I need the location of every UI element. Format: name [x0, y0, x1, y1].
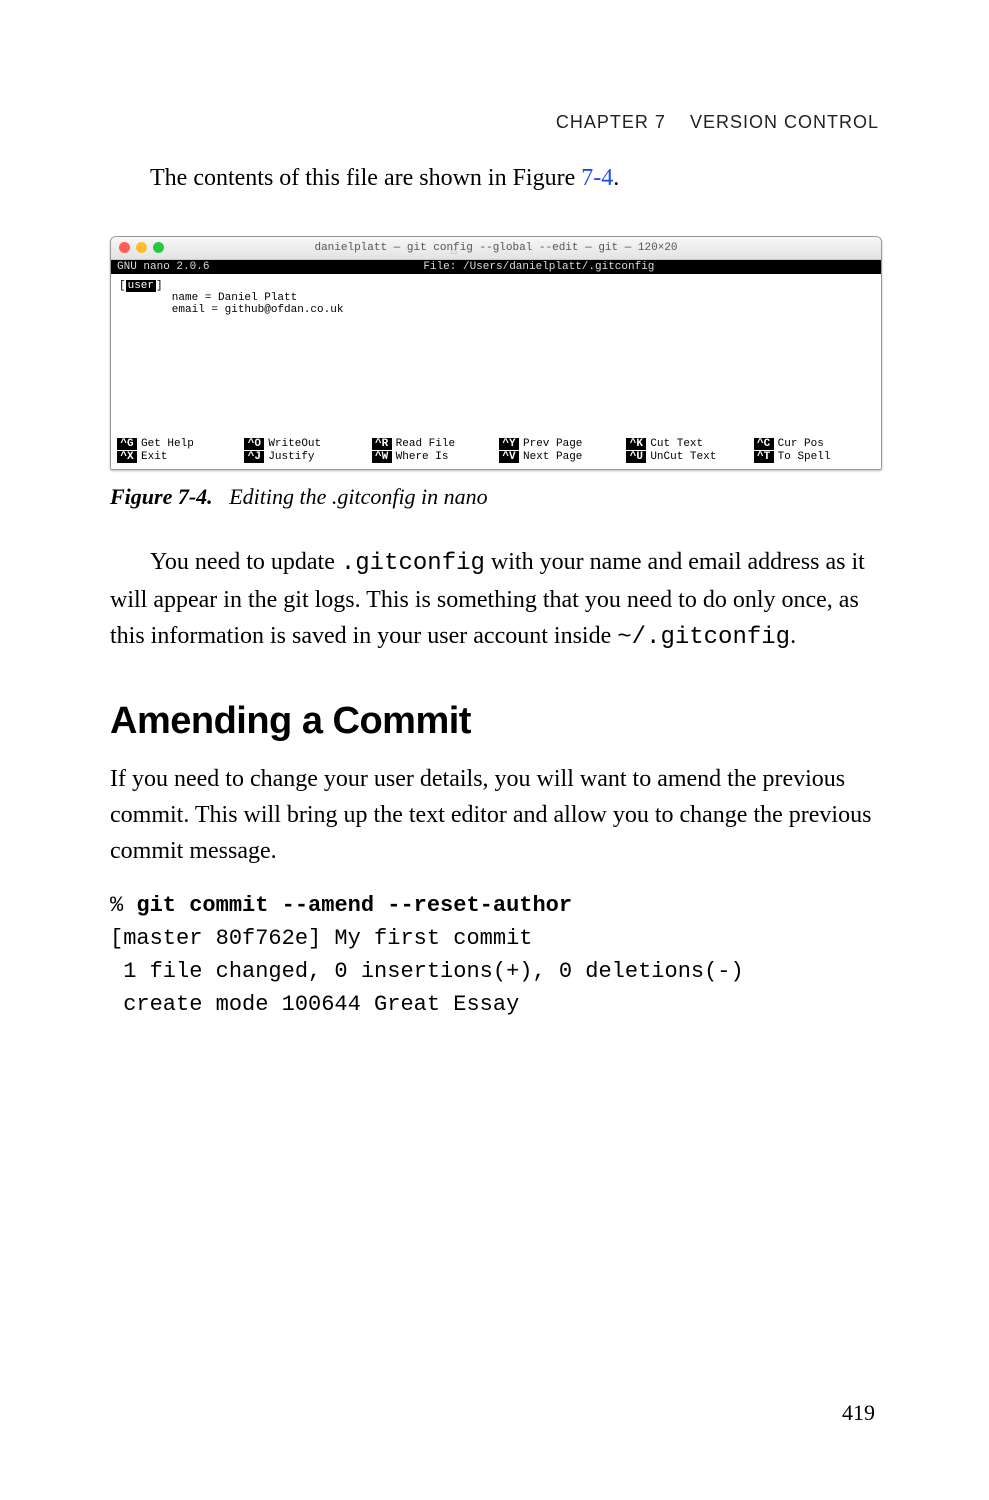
- code-block: % git commit --amend --reset-author [mas…: [110, 889, 879, 1021]
- shortcut-key: ^X: [117, 451, 137, 463]
- nano-line: email = github@ofdan.co.uk: [119, 304, 873, 316]
- minimize-icon[interactable]: [136, 242, 147, 253]
- figure-caption-text: Editing the .gitconfig in nano: [229, 484, 487, 509]
- figure-ref-link[interactable]: 7-4: [581, 165, 613, 191]
- nano-line: name = Daniel Platt: [119, 292, 873, 304]
- shortcut-key: ^W: [372, 451, 392, 463]
- nano-shortcut: ^O WriteOut: [244, 438, 365, 450]
- shortcut-key: ^C: [754, 438, 774, 450]
- shortcut-label: Exit: [141, 451, 167, 463]
- shell-output: create mode 100644 Great Essay: [110, 992, 519, 1017]
- shortcut-key: ^G: [117, 438, 137, 450]
- nano-shortcut: ^V Next Page: [499, 451, 620, 463]
- shortcut-label: Cut Text: [650, 438, 703, 450]
- shortcut-key: ^U: [626, 451, 646, 463]
- chapter-title: VERSION CONTROL: [690, 112, 879, 132]
- intro-text-post: .: [613, 165, 619, 191]
- shortcut-label: To Spell: [778, 451, 831, 463]
- terminal-window: ⌂ danielplatt — git config --global --ed…: [110, 236, 882, 470]
- window-controls: [119, 242, 164, 253]
- nano-file-label: File: /Users/danielplatt/.gitconfig: [423, 261, 654, 273]
- nano-shortcut: ^C Cur Pos: [754, 438, 875, 450]
- nano-shortcut: ^X Exit: [117, 451, 238, 463]
- nano-line: [user]: [119, 280, 873, 292]
- inline-code: ~/.gitconfig: [617, 624, 790, 651]
- shortcut-key: ^T: [754, 451, 774, 463]
- shell-prompt: %: [110, 893, 136, 918]
- shell-output: 1 file changed, 0 insertions(+), 0 delet…: [110, 959, 744, 984]
- nano-editor-body[interactable]: [user] name = Daniel Platt email = githu…: [111, 274, 881, 436]
- shortcut-label: Cur Pos: [778, 438, 824, 450]
- zoom-icon[interactable]: [153, 242, 164, 253]
- nano-shortcut: ^W Where Is: [372, 451, 493, 463]
- figure-number: Figure 7-4.: [110, 484, 213, 509]
- shortcut-key: ^R: [372, 438, 392, 450]
- page: CHAPTER 7 VERSION CONTROL The contents o…: [0, 0, 989, 1500]
- shell-command: git commit --amend --reset-author: [136, 893, 572, 918]
- shortcut-label: UnCut Text: [650, 451, 716, 463]
- running-header: CHAPTER 7 VERSION CONTROL: [556, 112, 879, 133]
- nano-version: GNU nano 2.0.6: [117, 261, 209, 273]
- shortcut-key: ^O: [244, 438, 264, 450]
- nano-shortcut: ^J Justify: [244, 451, 365, 463]
- nano-shortcut: ^U UnCut Text: [626, 451, 747, 463]
- nano-shortcut: ^G Get Help: [117, 438, 238, 450]
- close-icon[interactable]: [119, 242, 130, 253]
- paragraph: If you need to change your user details,…: [110, 761, 879, 869]
- nano-shortcuts: ^G Get Help ^O WriteOut ^R Read File ^Y Prev…: [111, 436, 881, 469]
- shortcut-label: Justify: [268, 451, 314, 463]
- terminal-titlebar: ⌂ danielplatt — git config --global --ed…: [111, 237, 881, 260]
- figure-caption: Figure 7-4. Editing the .gitconfig in na…: [110, 484, 879, 510]
- nano-shortcut: ^T To Spell: [754, 451, 875, 463]
- shortcut-key: ^K: [626, 438, 646, 450]
- shortcut-label: Where Is: [396, 451, 449, 463]
- nano-shortcut: ^K Cut Text: [626, 438, 747, 450]
- page-number: 419: [842, 1400, 875, 1426]
- shortcut-key: ^V: [499, 451, 519, 463]
- paragraph: You need to update .gitconfig with your …: [110, 544, 879, 656]
- intro-paragraph: The contents of this file are shown in F…: [110, 160, 879, 196]
- shell-output: [master 80f762e] My first commit: [110, 926, 532, 951]
- shortcut-label: Next Page: [523, 451, 582, 463]
- nano-shortcut: ^Y Prev Page: [499, 438, 620, 450]
- shortcut-label: Prev Page: [523, 438, 582, 450]
- chapter-label: CHAPTER 7: [556, 112, 666, 132]
- home-icon: ⌂: [451, 242, 457, 264]
- shortcut-key: ^J: [244, 451, 264, 463]
- terminal-window-title: danielplatt — git config --global --edit…: [314, 242, 677, 254]
- nano-shortcut: ^R Read File: [372, 438, 493, 450]
- nano-section-name: user: [126, 280, 156, 292]
- intro-text-pre: The contents of this file are shown in F…: [150, 165, 581, 191]
- inline-code: .gitconfig: [341, 550, 485, 577]
- shortcut-label: WriteOut: [268, 438, 321, 450]
- nano-header: GNU nano 2.0.6 File: /Users/danielplatt/…: [111, 260, 881, 274]
- shortcut-label: Get Help: [141, 438, 194, 450]
- section-heading: Amending a Commit: [110, 700, 879, 743]
- shortcut-key: ^Y: [499, 438, 519, 450]
- shortcut-label: Read File: [396, 438, 455, 450]
